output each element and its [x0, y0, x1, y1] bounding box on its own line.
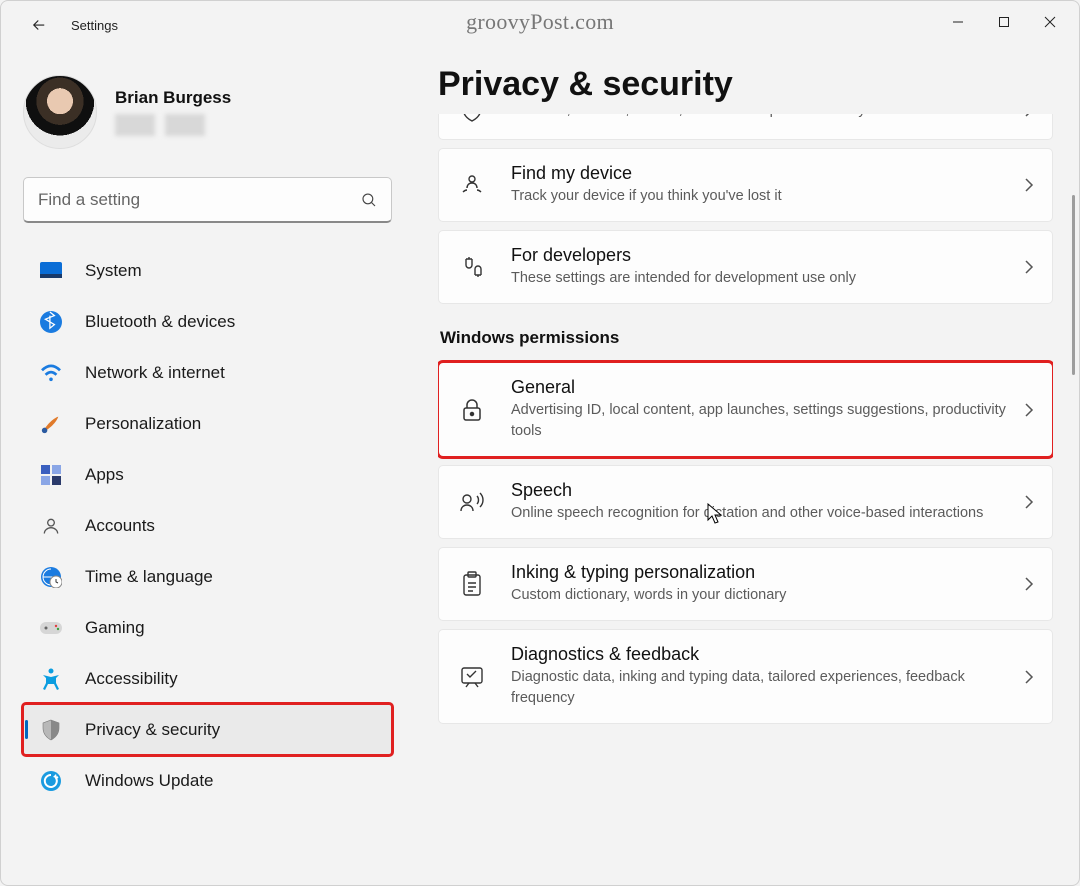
clipboard-icon — [457, 569, 487, 599]
chevron-right-icon — [1022, 669, 1034, 685]
nav-item-time-language[interactable]: Time & language — [23, 551, 392, 602]
nav-label: Personalization — [85, 414, 201, 434]
content-area: Privacy & security Windows Security Anti… — [406, 49, 1079, 885]
nav-item-personalization[interactable]: Personalization — [23, 398, 392, 449]
wifi-icon — [39, 361, 63, 385]
speech-icon — [457, 487, 487, 517]
app-title: Settings — [71, 18, 118, 33]
nav-label: Gaming — [85, 618, 145, 638]
scrollbar-thumb[interactable] — [1072, 195, 1075, 375]
globe-clock-icon — [39, 565, 63, 589]
card-title: Find my device — [511, 163, 1012, 184]
minimize-button[interactable] — [935, 5, 981, 39]
feedback-icon — [457, 662, 487, 692]
card-subtitle: Custom dictionary, words in your diction… — [511, 585, 1012, 606]
apps-icon — [39, 463, 63, 487]
nav-item-windows-update[interactable]: Windows Update — [23, 755, 392, 806]
search-icon — [360, 191, 378, 209]
card-for-developers[interactable]: For developers These settings are intend… — [438, 230, 1053, 304]
nav-label: Bluetooth & devices — [85, 312, 235, 332]
nav-item-system[interactable]: System — [23, 245, 392, 296]
chevron-right-icon — [1022, 177, 1034, 193]
nav-item-apps[interactable]: Apps — [23, 449, 392, 500]
nav-label: Windows Update — [85, 771, 214, 791]
profile-block[interactable]: Brian Burgess — [23, 75, 392, 149]
chevron-right-icon — [1022, 259, 1034, 275]
maximize-button[interactable] — [981, 5, 1027, 39]
card-subtitle: Track your device if you think you've lo… — [511, 186, 1012, 207]
gamepad-icon — [39, 616, 63, 640]
search-box[interactable] — [23, 177, 392, 223]
system-icon — [39, 259, 63, 283]
watermark-text: groovyPost.com — [466, 9, 614, 35]
profile-name: Brian Burgess — [115, 88, 231, 108]
nav-item-network[interactable]: Network & internet — [23, 347, 392, 398]
close-button[interactable] — [1027, 5, 1073, 39]
person-icon — [39, 514, 63, 538]
nav-list: System Bluetooth & devices Network & int… — [23, 245, 392, 806]
card-subtitle: These settings are intended for developm… — [511, 268, 1012, 289]
card-subtitle: Advertising ID, local content, app launc… — [511, 400, 1012, 442]
nav-label: Time & language — [85, 567, 213, 587]
avatar — [23, 75, 97, 149]
nav-item-accounts[interactable]: Accounts — [23, 500, 392, 551]
card-subtitle: Online speech recognition for dictation … — [511, 503, 1012, 524]
card-windows-security[interactable]: Windows Security Antivirus, browser, fir… — [438, 114, 1053, 140]
update-icon — [39, 769, 63, 793]
shield-icon — [39, 718, 63, 742]
bluetooth-icon — [39, 310, 63, 334]
profile-subtext — [115, 114, 231, 136]
nav-item-accessibility[interactable]: Accessibility — [23, 653, 392, 704]
security-shield-icon — [457, 114, 487, 125]
section-header-windows-permissions: Windows permissions — [440, 328, 1053, 348]
card-find-my-device[interactable]: Find my device Track your device if you … — [438, 148, 1053, 222]
chevron-right-icon — [1022, 402, 1034, 418]
search-input[interactable] — [23, 177, 392, 223]
chevron-right-icon — [1022, 114, 1034, 118]
chevron-right-icon — [1022, 494, 1034, 510]
nav-label: System — [85, 261, 142, 281]
card-title: Speech — [511, 480, 1012, 501]
nav-item-privacy-security[interactable]: Privacy & security — [23, 704, 392, 755]
sidebar: Brian Burgess System — [1, 49, 406, 885]
nav-label: Accounts — [85, 516, 155, 536]
window-controls — [935, 5, 1073, 39]
nav-label: Network & internet — [85, 363, 225, 383]
card-title: For developers — [511, 245, 1012, 266]
card-subtitle: Antivirus, browser, firewall, and networ… — [511, 114, 1012, 122]
titlebar: Settings groovyPost.com — [1, 1, 1079, 49]
nav-label: Apps — [85, 465, 124, 485]
tools-icon — [457, 252, 487, 282]
card-diagnostics-feedback[interactable]: Diagnostics & feedback Diagnostic data, … — [438, 629, 1053, 724]
nav-item-bluetooth[interactable]: Bluetooth & devices — [23, 296, 392, 347]
page-title: Privacy & security — [438, 65, 1053, 104]
brush-icon — [39, 412, 63, 436]
nav-label: Accessibility — [85, 669, 178, 689]
card-subtitle: Diagnostic data, inking and typing data,… — [511, 667, 1012, 709]
nav-label: Privacy & security — [85, 720, 220, 740]
card-title: General — [511, 377, 1012, 398]
back-button[interactable] — [25, 11, 53, 39]
card-title: Inking & typing personalization — [511, 562, 1012, 583]
card-speech[interactable]: Speech Online speech recognition for dic… — [438, 465, 1053, 539]
scroll-area[interactable]: Windows Security Antivirus, browser, fir… — [438, 114, 1053, 885]
accessibility-icon — [39, 667, 63, 691]
card-title: Diagnostics & feedback — [511, 644, 1012, 665]
nav-item-gaming[interactable]: Gaming — [23, 602, 392, 653]
card-inking-typing[interactable]: Inking & typing personalization Custom d… — [438, 547, 1053, 621]
location-person-icon — [457, 170, 487, 200]
lock-icon — [457, 395, 487, 425]
card-general[interactable]: General Advertising ID, local content, a… — [438, 362, 1053, 457]
chevron-right-icon — [1022, 576, 1034, 592]
